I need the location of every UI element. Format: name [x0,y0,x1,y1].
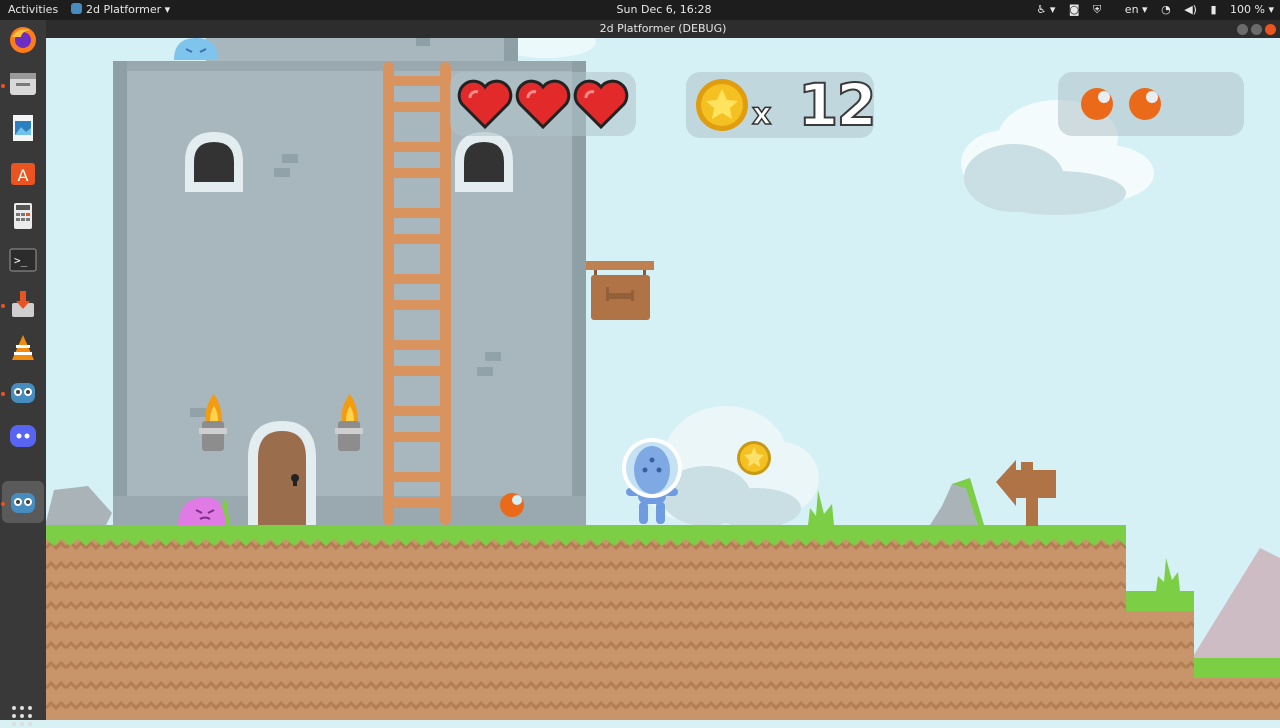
window-titlebar[interactable]: 2d Platformer (DEBUG) [46,20,1280,38]
svg-text:>_: >_ [14,254,28,267]
orb-icon [1081,88,1113,120]
ground-step-2 [1194,658,1280,720]
discord-tray-icon[interactable]: ◙ [1069,3,1080,16]
orb-pickup [500,493,524,517]
coin-multiplier: x [751,97,772,132]
terminal-icon[interactable]: >_ [5,242,41,278]
castle-window-left [185,132,243,192]
vlc-icon[interactable] [5,330,41,366]
godot-active-icon[interactable] [5,484,41,520]
system-tray[interactable]: ♿ ▾ ◙ ⛨ en ▾ ◔ ◀) ▮ 100 % ▾ [1026,0,1274,20]
software-center-icon[interactable]: A [5,154,41,190]
arrow-signpost [996,460,1056,526]
godot-icon[interactable] [5,374,41,410]
battery-icon[interactable]: ▮ 100 % ▾ [1210,3,1274,16]
grass-tuft [1156,558,1180,591]
discord-icon[interactable] [5,418,41,454]
accessibility-icon[interactable]: ♿ ▾ [1036,3,1055,16]
heart-icon [573,79,629,130]
rock-left [46,486,112,525]
installer-icon[interactable] [5,286,41,322]
maximize-button[interactable] [1251,24,1262,35]
show-applications-grid-icon[interactable] [12,706,34,728]
battery-label: 100 % [1230,3,1265,16]
svg-text:A: A [18,166,29,185]
heart-icon [515,79,571,130]
firefox-icon[interactable] [5,22,41,58]
mountain [1192,548,1280,658]
shield-icon[interactable]: ⛨ [1093,3,1101,16]
hud-hearts-panel [450,72,636,136]
heart-icon [457,79,513,130]
orb-icon [1129,88,1161,120]
orbs-display [1081,88,1161,120]
inn-sign[interactable] [586,261,654,320]
image-viewer-icon[interactable] [5,110,41,146]
language-indicator[interactable]: en ▾ [1115,3,1148,16]
castle-window-right [455,132,513,192]
game-scene [46,38,1280,720]
ground-main [46,525,1126,720]
language-label: en [1124,3,1139,16]
minimize-button[interactable] [1237,24,1248,35]
coin-icon [696,79,748,131]
files-icon[interactable] [5,66,41,102]
coin-pickup [737,441,771,475]
window-title: 2d Platformer (DEBUG) [599,22,727,35]
hearts-display [457,79,629,130]
game-viewport[interactable]: x 12 [46,38,1280,720]
volume-icon[interactable]: ◀) [1184,3,1197,16]
coin-count: 12 [797,71,878,139]
dock: A >_ [0,20,46,726]
ground-step-1 [1126,591,1194,720]
close-button[interactable] [1265,24,1276,35]
top-panel: Activities 2d Platformer ▾ Sun Dec 6, 16… [0,0,1280,20]
calculator-icon[interactable] [5,198,41,234]
hud-orbs-panel [1058,72,1244,136]
wifi-icon[interactable]: ◔ [1161,3,1171,16]
castle-door [248,421,316,525]
